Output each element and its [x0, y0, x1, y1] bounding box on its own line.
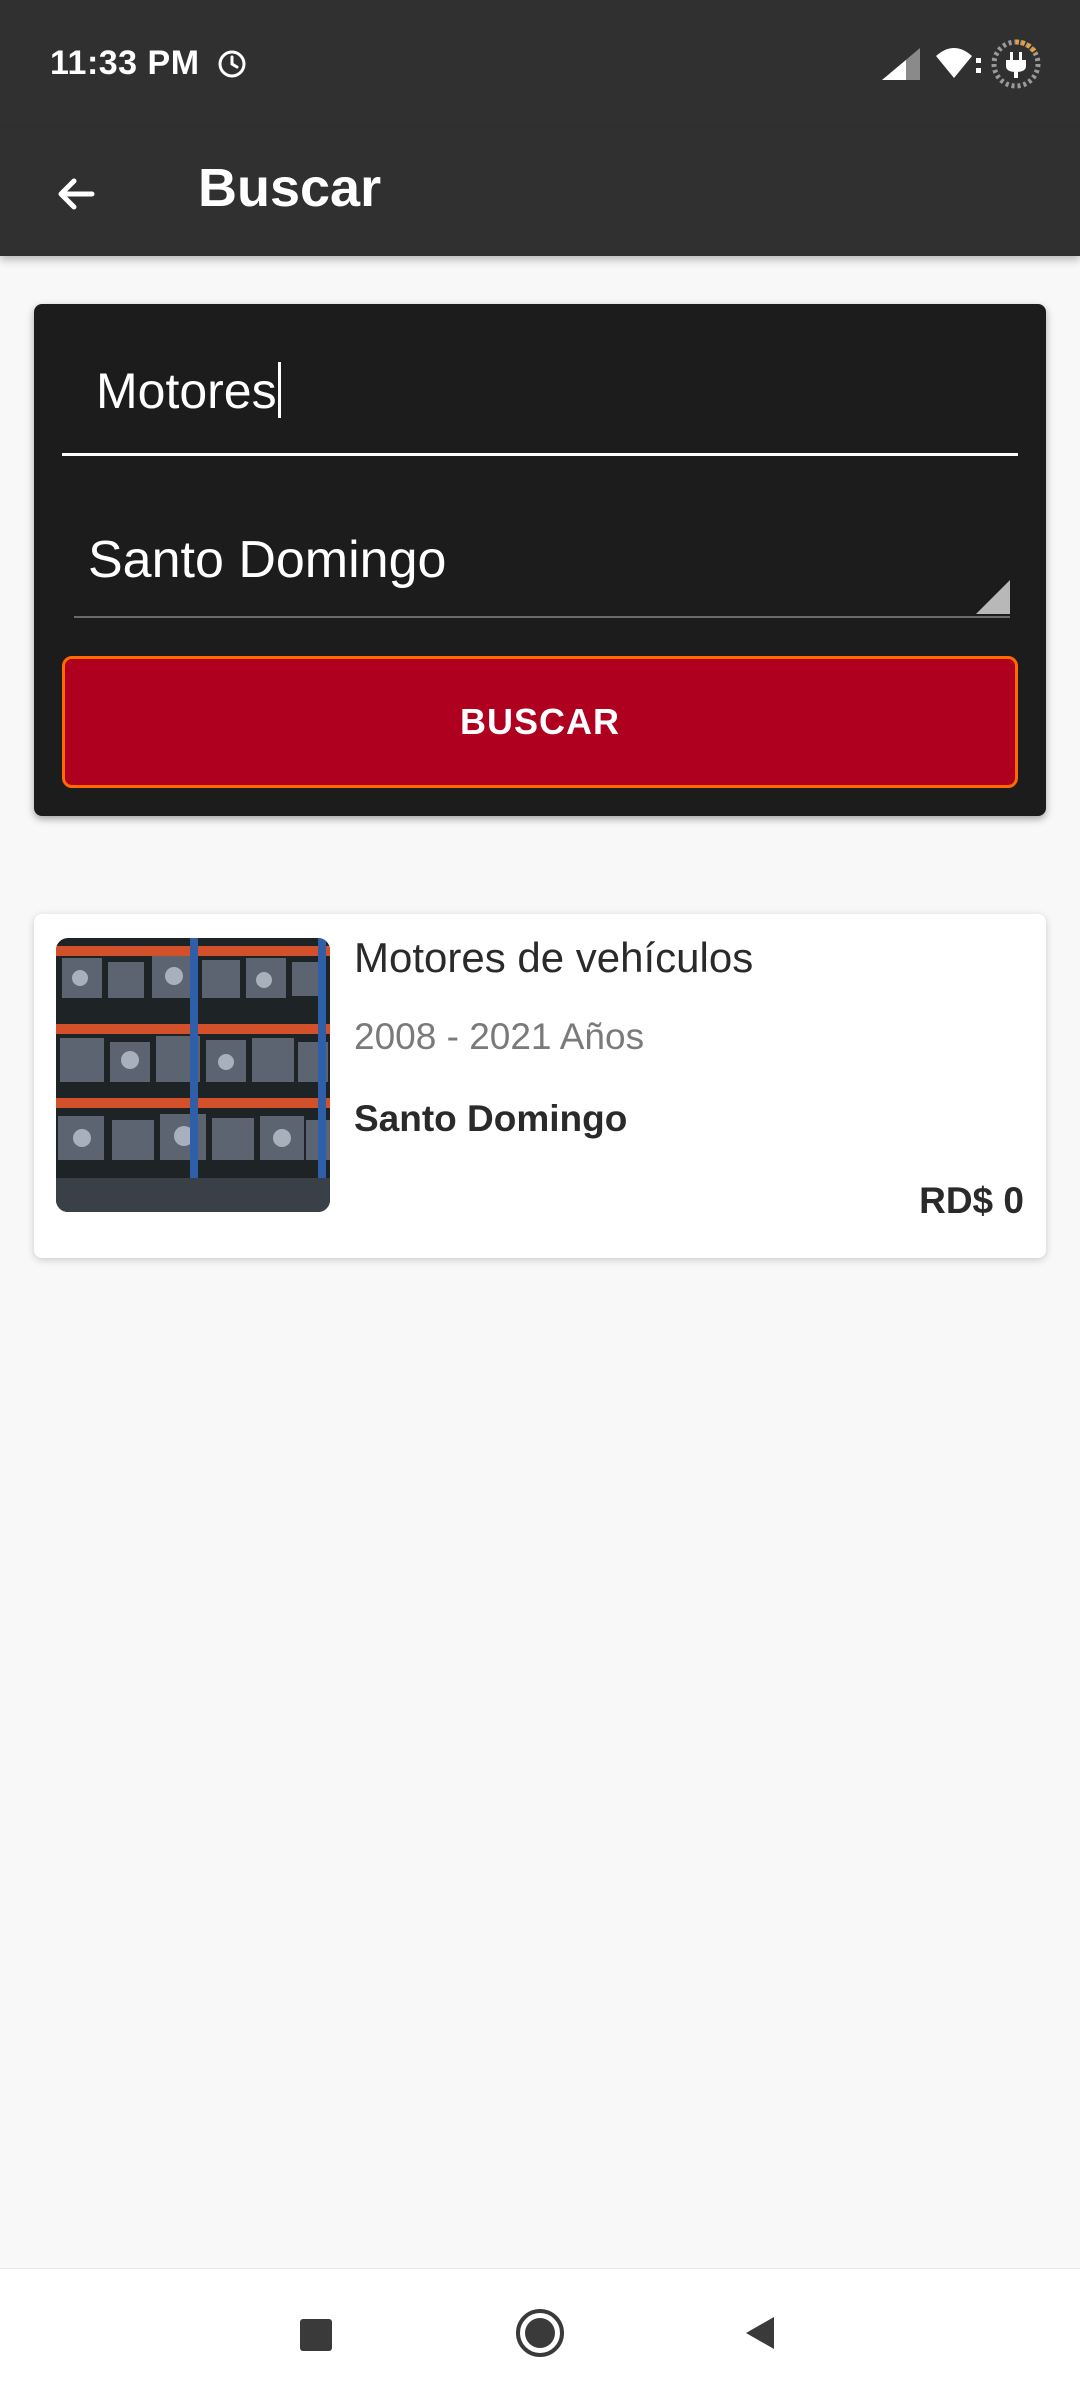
wifi-icon: [936, 48, 981, 78]
search-button[interactable]: BUSCAR: [62, 656, 1018, 788]
location-dropdown-value: Santo Domingo: [88, 531, 447, 589]
search-input-value: Motores: [96, 362, 281, 420]
arrow-back-icon: [58, 178, 95, 210]
result-thumbnail-image: [56, 938, 330, 1212]
back-icon[interactable]: [740, 2313, 780, 2353]
result-title: Motores de vehículos: [354, 934, 754, 981]
result-years: 2008 - 2021 Años: [354, 1016, 645, 1057]
result-price: RD$ 0: [919, 1180, 1024, 1221]
alarm-icon: [218, 50, 246, 78]
app-bar: Buscar: [0, 128, 1080, 256]
recents-icon[interactable]: [298, 2317, 334, 2353]
status-time: 11:33 PM: [50, 44, 200, 82]
battery-charging-icon: [991, 39, 1041, 89]
status-bar: 11:33 PM: [0, 0, 1080, 128]
system-nav-bar: [0, 2268, 1080, 2400]
location-dropdown[interactable]: Santo Domingo: [74, 504, 1010, 618]
home-icon[interactable]: [514, 2307, 566, 2359]
result-location: Santo Domingo: [354, 1098, 628, 1139]
cell-signal-icon: [882, 48, 920, 80]
back-button[interactable]: [38, 156, 114, 232]
result-card[interactable]: Motores de vehículos 2008 - 2021 Años Sa…: [34, 914, 1046, 1258]
text-caret: [277, 362, 281, 418]
dropdown-triangle-icon: [976, 580, 1010, 614]
page-title: Buscar: [198, 158, 382, 218]
search-card: Motores Santo Domingo BUSCAR: [34, 304, 1046, 816]
